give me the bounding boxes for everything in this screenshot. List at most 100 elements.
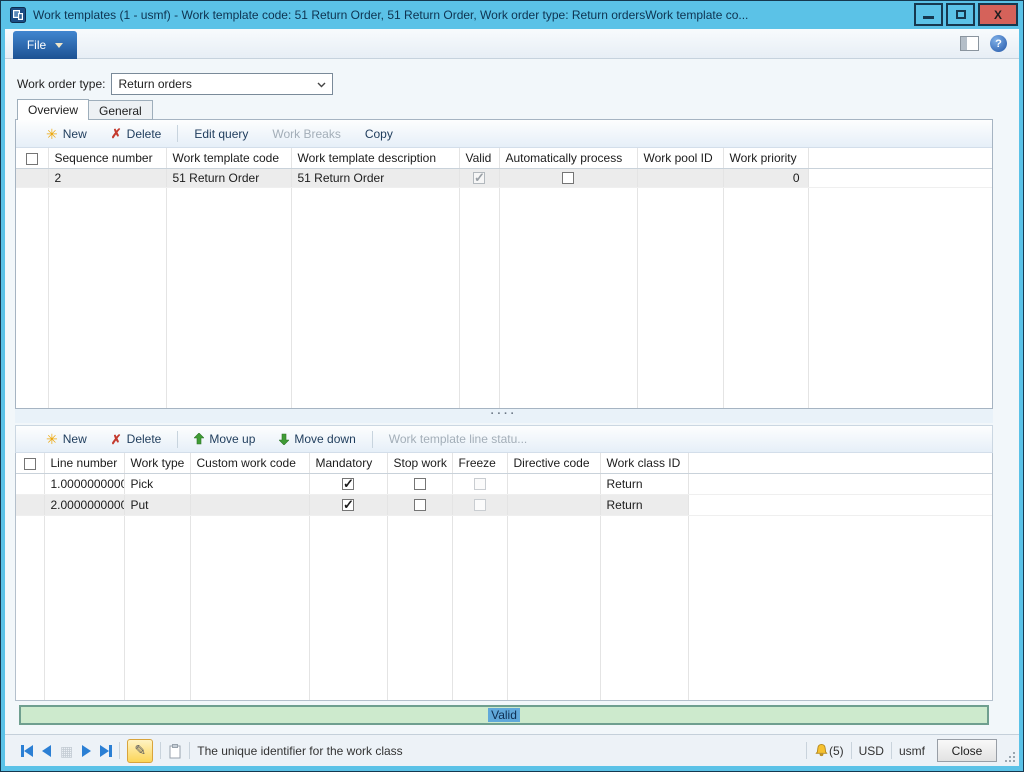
col-line-number[interactable]: Line number [44, 453, 124, 473]
filler-cell [499, 187, 637, 408]
cell-custom-work-code[interactable] [190, 494, 309, 515]
lines-toolbar: ✳ New ✗ Delete Move up Move down [15, 425, 993, 453]
edit-mode-button[interactable]: ✎ [127, 739, 153, 763]
notifications-bell-icon[interactable] [814, 743, 829, 758]
statusbar-separator [806, 742, 807, 759]
cell-sequence-number[interactable]: 2 [48, 168, 166, 187]
cell-line-number[interactable]: 1.0000000000 [44, 473, 124, 494]
line-row[interactable]: 1.0000000000 Pick Return [16, 473, 992, 494]
work-order-type-select[interactable]: Return orders [111, 73, 333, 95]
automatically-process-checkbox[interactable] [562, 172, 574, 184]
col-filler [808, 148, 992, 168]
cell-work-pool-id[interactable] [637, 168, 723, 187]
col-work-template-code[interactable]: Work template code [166, 148, 291, 168]
cell-directive-code[interactable] [507, 494, 600, 515]
cell-work-type[interactable]: Pick [124, 473, 190, 494]
line-status-button: Work template line statu... [377, 432, 540, 446]
col-work-class-id[interactable]: Work class ID [600, 453, 688, 473]
cell-custom-work-code[interactable] [190, 473, 309, 494]
work-order-type-label: Work order type: [17, 77, 105, 91]
layout-pane-icon[interactable] [960, 36, 979, 51]
cell-work-priority[interactable]: 0 [723, 168, 808, 187]
previous-record-button[interactable] [42, 745, 51, 757]
delete-icon: ✗ [111, 127, 122, 140]
col-directive-code[interactable]: Directive code [507, 453, 600, 473]
col-sequence-number[interactable]: Sequence number [48, 148, 166, 168]
col-work-priority[interactable]: Work priority [723, 148, 808, 168]
notification-count[interactable]: (5) [829, 744, 844, 758]
tab-overview[interactable]: Overview [17, 99, 89, 120]
arrow-up-icon [194, 433, 204, 445]
templates-toolbar: ✳ New ✗ Delete Edit query Work Breaks Co… [16, 120, 992, 148]
col-work-type[interactable]: Work type [124, 453, 190, 473]
file-menu-button[interactable]: File [13, 31, 77, 59]
next-record-button[interactable] [82, 745, 91, 757]
cell-stop-work[interactable] [387, 473, 452, 494]
minimize-button[interactable] [914, 3, 943, 26]
col-stop-work[interactable]: Stop work [387, 453, 452, 473]
filler-cell [452, 515, 507, 700]
col-valid[interactable]: Valid [459, 148, 499, 168]
filler-cell [688, 515, 992, 700]
row-marker[interactable] [16, 168, 48, 187]
company-indicator[interactable]: usmf [899, 744, 925, 758]
move-down-button[interactable]: Move down [267, 432, 367, 446]
validation-value[interactable]: Valid [488, 708, 520, 722]
arrow-down-icon [279, 433, 289, 445]
mandatory-checkbox[interactable] [342, 478, 354, 490]
select-all-checkbox[interactable] [16, 453, 44, 473]
template-row[interactable]: 2 51 Return Order 51 Return Order 0 [16, 168, 992, 187]
stop-work-checkbox[interactable] [414, 499, 426, 511]
edit-query-button[interactable]: Edit query [182, 127, 260, 141]
title-bar: Work templates (1 - usmf) - Work templat… [1, 1, 1023, 29]
cell-work-template-code[interactable]: 51 Return Order [166, 168, 291, 187]
select-all-checkbox[interactable] [16, 148, 48, 168]
col-automatically-process[interactable]: Automatically process [499, 148, 637, 168]
cell-line-number[interactable]: 2.0000000000 [44, 494, 124, 515]
cell-automatically-process[interactable] [499, 168, 637, 187]
grid-splitter[interactable]: ···· [15, 409, 993, 423]
col-freeze[interactable]: Freeze [452, 453, 507, 473]
delete-button[interactable]: ✗ Delete [99, 127, 174, 141]
mandatory-checkbox[interactable] [342, 499, 354, 511]
cell-work-class-id[interactable]: Return [600, 494, 688, 515]
currency-indicator[interactable]: USD [859, 744, 884, 758]
tab-general[interactable]: General [89, 100, 153, 120]
status-help-text: The unique identifier for the work class [197, 744, 402, 758]
statusbar-separator [160, 742, 161, 759]
new-button[interactable]: ✳ New [34, 127, 99, 141]
filler-cell [16, 187, 48, 408]
row-marker[interactable] [16, 473, 44, 494]
freeze-checkbox [474, 478, 486, 490]
col-work-template-description[interactable]: Work template description [291, 148, 459, 168]
filler-cell [637, 187, 723, 408]
col-mandatory[interactable]: Mandatory [309, 453, 387, 473]
resize-grip[interactable] [1004, 751, 1016, 763]
cell-work-class-id[interactable]: Return [600, 473, 688, 494]
cell-mandatory[interactable] [309, 473, 387, 494]
close-window-button[interactable]: X [978, 3, 1018, 26]
cell-stop-work[interactable] [387, 494, 452, 515]
line-row[interactable]: 2.0000000000 Put Return [16, 494, 992, 515]
delete-line-button[interactable]: ✗ Delete [99, 432, 174, 446]
chevron-down-icon [55, 43, 63, 48]
new-label: New [63, 127, 87, 141]
maximize-button[interactable] [946, 3, 975, 26]
stop-work-checkbox[interactable] [414, 478, 426, 490]
move-up-button[interactable]: Move up [182, 432, 267, 446]
last-record-button[interactable] [100, 745, 112, 757]
cell-work-type[interactable]: Put [124, 494, 190, 515]
new-line-button[interactable]: ✳ New [34, 432, 99, 446]
cell-mandatory[interactable] [309, 494, 387, 515]
first-record-button[interactable] [21, 745, 33, 757]
cell-directive-code[interactable] [507, 473, 600, 494]
row-marker[interactable] [16, 494, 44, 515]
copy-button[interactable]: Copy [353, 127, 405, 141]
cell-filler [808, 168, 992, 187]
close-button[interactable]: Close [937, 739, 997, 762]
help-icon[interactable]: ? [990, 35, 1007, 52]
col-custom-work-code[interactable]: Custom work code [190, 453, 309, 473]
statusbar-separator [851, 742, 852, 759]
cell-work-template-description[interactable]: 51 Return Order [291, 168, 459, 187]
col-work-pool-id[interactable]: Work pool ID [637, 148, 723, 168]
